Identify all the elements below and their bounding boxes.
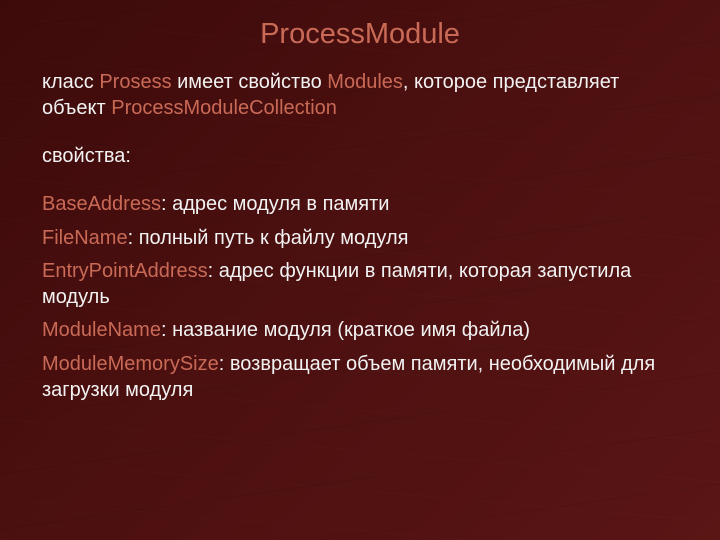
intro-highlight-2: Modules [327, 71, 403, 93]
intro-highlight-1: Prosess [99, 71, 171, 93]
property-description: : адрес модуля в памяти [161, 193, 389, 215]
property-name: ModuleMemorySize [42, 353, 219, 375]
intro-paragraph: класс Prosess имеет свойство Modules, ко… [42, 69, 678, 121]
property-name: EntryPointAddress [42, 260, 208, 282]
intro-highlight-3: ProcessModuleCollection [111, 97, 337, 119]
property-name: ModuleName [42, 319, 161, 341]
property-item: ModuleName: название модуля (краткое имя… [42, 318, 678, 344]
properties-list: BaseAddress: адрес модуля в памяти FileN… [42, 192, 678, 403]
slide-content: класс Prosess имеет свойство Modules, ко… [42, 69, 678, 403]
intro-text-2: имеет свойство [172, 71, 328, 93]
property-item: BaseAddress: адрес модуля в памяти [42, 192, 678, 218]
property-item: EntryPointAddress: адрес функции в памят… [42, 259, 678, 310]
intro-text-1: класс [42, 71, 99, 93]
slide: ProcessModule класс Prosess имеет свойст… [0, 0, 720, 540]
slide-title: ProcessModule [42, 18, 678, 51]
property-item: ModuleMemorySize: возвращает объем памят… [42, 352, 678, 403]
property-name: FileName [42, 227, 128, 249]
property-name: BaseAddress [42, 193, 161, 215]
property-description: : полный путь к файлу модуля [128, 227, 409, 249]
properties-subheader: свойства: [42, 145, 678, 168]
property-description: : название модуля (краткое имя файла) [161, 319, 530, 341]
property-item: FileName: полный путь к файлу модуля [42, 226, 678, 252]
